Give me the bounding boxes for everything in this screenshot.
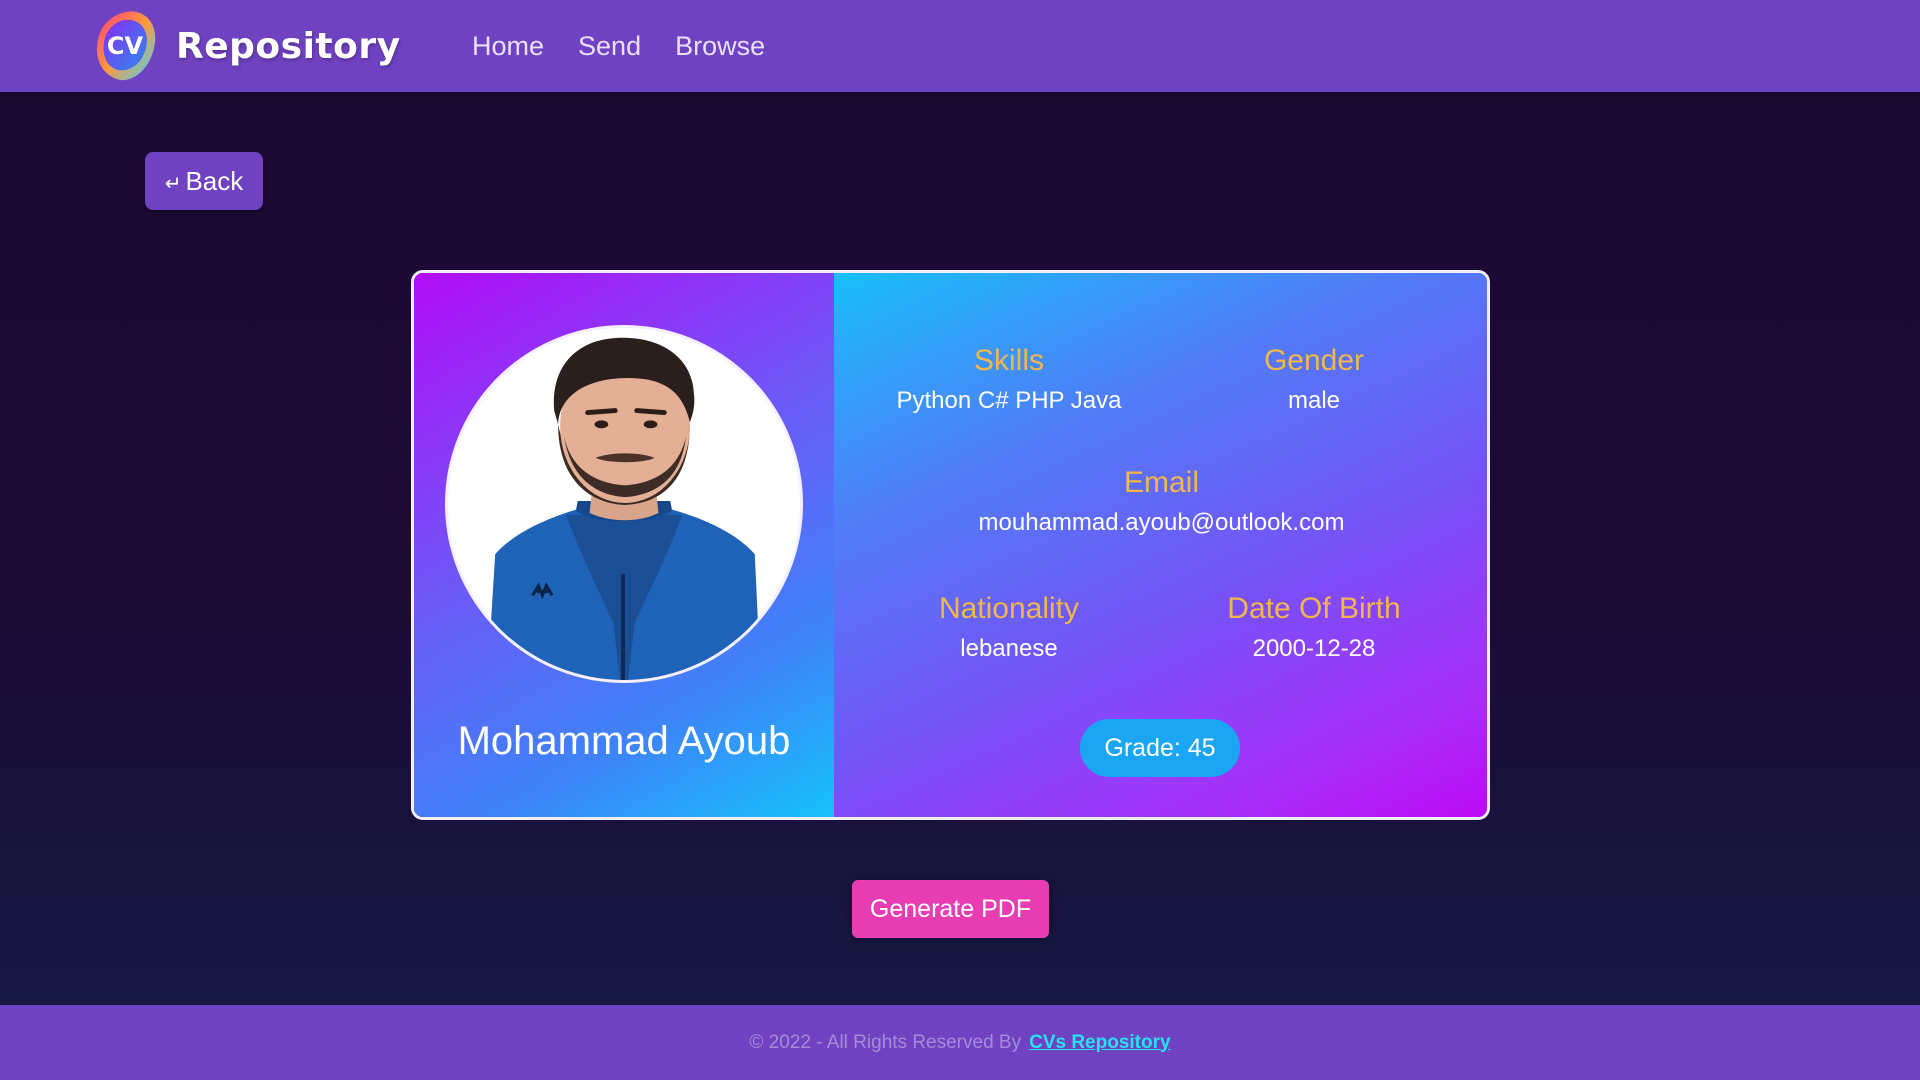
back-button-label: Back [185,165,244,196]
nationality-label: Nationality [938,592,1080,625]
return-arrow-icon: ↵ [164,172,182,195]
nationality-value: lebanese [960,635,1058,662]
profile-card: Mohammad Ayoub Skills Python C# PHP Java… [411,270,1490,820]
brand-link[interactable]: CV Repository [94,10,401,82]
generate-pdf-button[interactable]: Generate PDF [852,880,1049,938]
footer-repository-link[interactable]: CVs Repository [1029,1032,1170,1054]
skills-field: Skills Python C# PHP Java [869,343,1149,417]
cv-logo-icon: CV [96,11,156,81]
skills-value: Python C# PHP Java [896,387,1122,414]
nav-links: Home Send Browse [472,0,799,92]
back-button[interactable]: ↵ Back [145,152,263,210]
date-of-birth-value: 2000-12-28 [1252,635,1376,662]
email-field: Email mouhammad.ayoub@outlook.com [834,465,1487,539]
navbar: CV Repository Home Send Browse [0,0,1920,92]
svg-text:CV: CV [107,32,144,60]
nav-home-link[interactable]: Home [472,31,544,62]
nationality-field: Nationality lebanese [869,591,1149,665]
profile-photo-panel: Mohammad Ayoub [414,273,834,817]
profile-details-panel: Skills Python C# PHP Java Gender male Em… [834,273,1487,817]
skills-label: Skills [973,344,1044,377]
gender-label: Gender [1263,344,1365,377]
email-label: Email [1123,466,1199,499]
date-of-birth-field: Date Of Birth 2000-12-28 [1164,591,1464,665]
nav-send-link[interactable]: Send [578,31,641,62]
footer: © 2022 - All Rights Reserved By CVs Repo… [0,1005,1920,1080]
footer-copyright: © 2022 - All Rights Reserved By [749,1031,1022,1053]
person-avatar-icon [448,328,800,680]
profile-photo [445,325,803,683]
gender-field: Gender male [1164,343,1464,417]
profile-name: Mohammad Ayoub [457,719,791,763]
nav-browse-link[interactable]: Browse [675,31,765,62]
grade-badge: Grade: 45 [1080,719,1240,777]
email-value: mouhammad.ayoub@outlook.com [978,509,1345,536]
brand-name: Repository [176,25,401,67]
gender-value: male [1287,387,1341,414]
date-of-birth-label: Date Of Birth [1227,592,1401,625]
